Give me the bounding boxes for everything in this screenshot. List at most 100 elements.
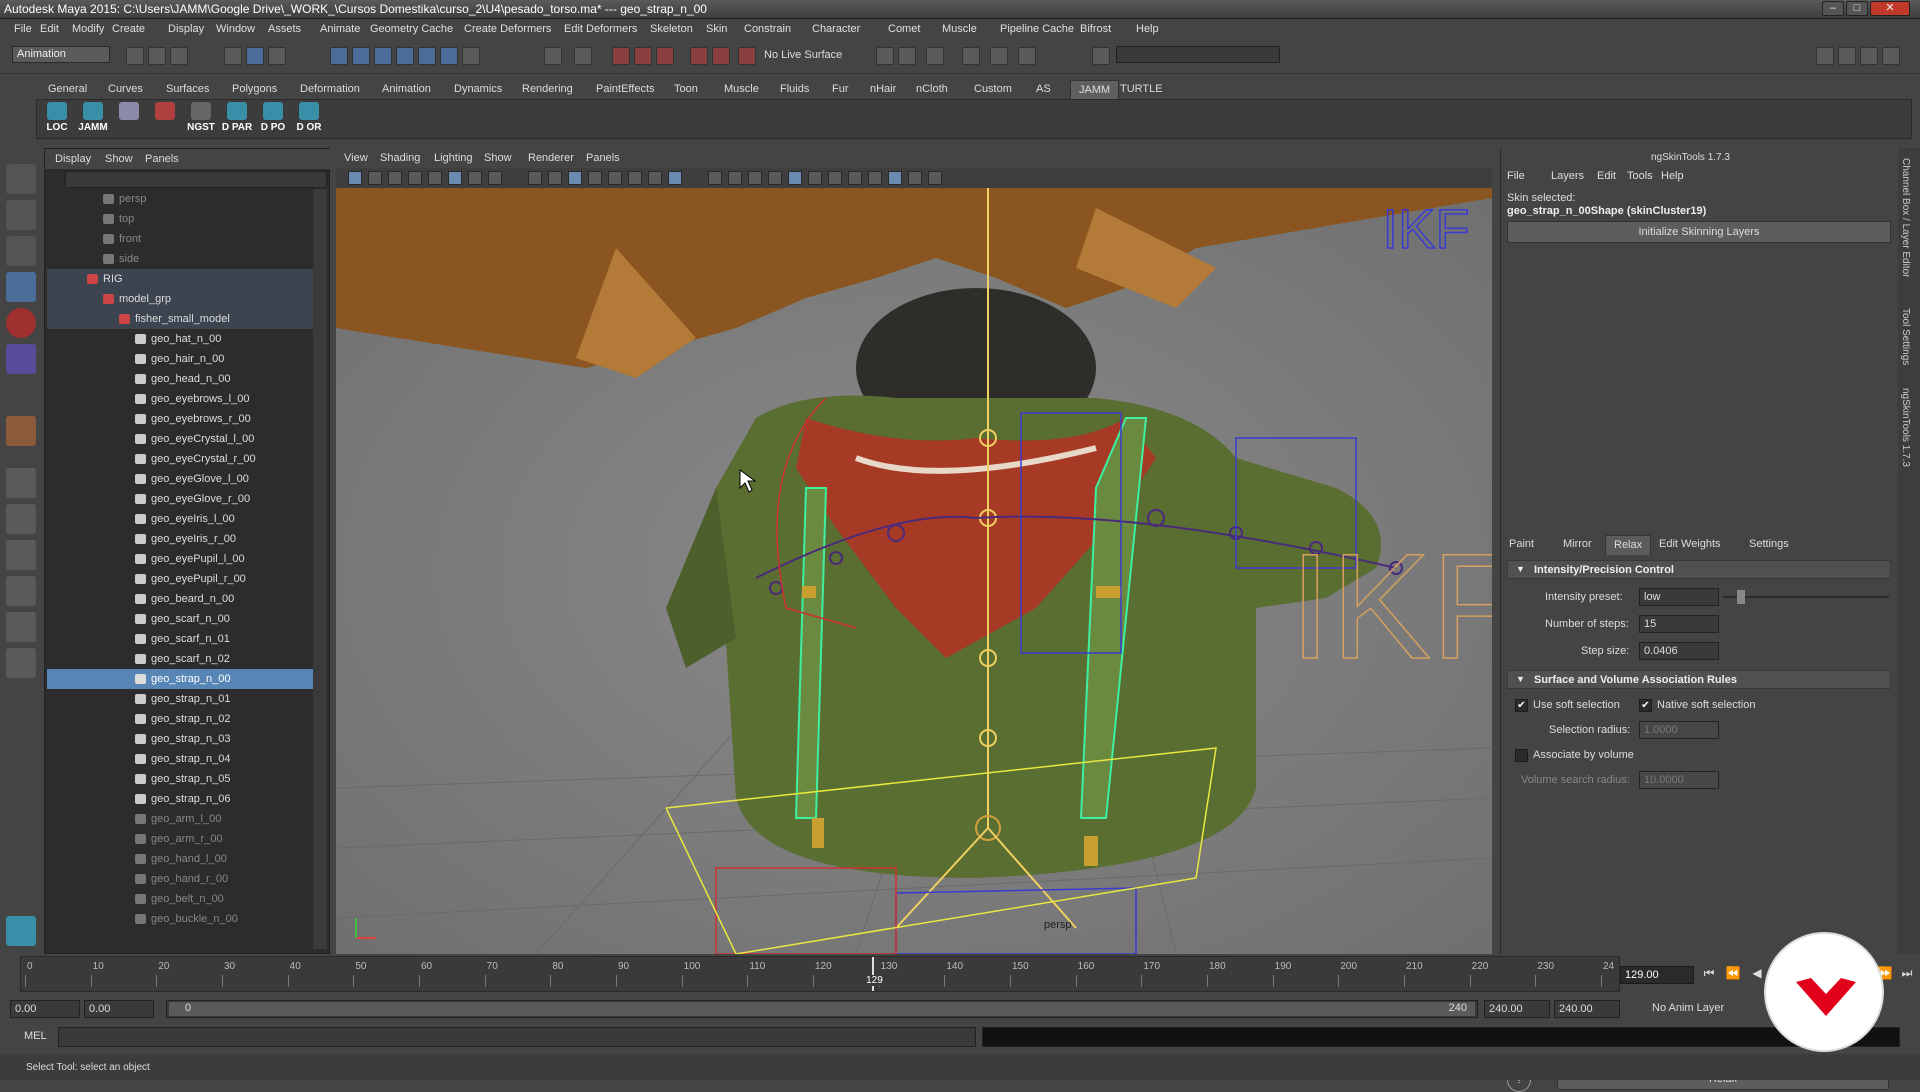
- xyz-transform-icon[interactable]: [876, 47, 894, 65]
- save-scene-icon[interactable]: [170, 47, 188, 65]
- tab-edit-weights[interactable]: Edit Weights: [1651, 535, 1729, 555]
- shelf-button-d-par[interactable]: D PAR: [221, 102, 253, 136]
- outliner-item-geo_eyecrystal_r_00[interactable]: geo_eyeCrystal_r_00: [47, 449, 313, 469]
- outliner-item-geo_eyebrows_r_00[interactable]: geo_eyebrows_r_00: [47, 409, 313, 429]
- viewport-toolbar-icon[interactable]: [888, 171, 902, 185]
- shelf-tab-deformation[interactable]: Deformation: [300, 83, 360, 95]
- side-tab-2[interactable]: ngSkinTools 1.7.3: [1900, 388, 1911, 467]
- input-icon[interactable]: [544, 47, 562, 65]
- menu-muscle[interactable]: Muscle: [942, 23, 977, 35]
- snap-point-icon[interactable]: [374, 47, 392, 65]
- relative-transform-icon[interactable]: [898, 47, 916, 65]
- outliner-item-geo_eyebrows_l_00[interactable]: geo_eyebrows_l_00: [47, 389, 313, 409]
- number-of-steps-field[interactable]: 15: [1639, 615, 1719, 633]
- layout-persp-uv-icon[interactable]: [6, 648, 36, 678]
- viewport-toolbar-icon[interactable]: [868, 171, 882, 185]
- timeline-ruler[interactable]: 0 10 20 30 40 50 60 70 80 90 100 110 120 130 140 150 160…: [20, 956, 1620, 992]
- close-button[interactable]: ✕: [1870, 1, 1910, 16]
- viewport-toolbar-icon[interactable]: [408, 171, 422, 185]
- menu-window[interactable]: Window: [216, 23, 255, 35]
- viewport-menu-shading[interactable]: Shading: [380, 152, 420, 164]
- outliner-item-geo_strap_n_06[interactable]: geo_strap_n_06: [47, 789, 313, 809]
- viewport-toolbar-icon[interactable]: [628, 171, 642, 185]
- render-settings-icon[interactable]: [656, 47, 674, 65]
- menu-geometry-cache[interactable]: Geometry Cache: [370, 23, 453, 35]
- side-tab-0[interactable]: Channel Box / Layer Editor: [1900, 158, 1911, 278]
- shelf-button-jamm[interactable]: JAMM: [77, 102, 109, 136]
- outliner-item-geo_eyeglove_l_00[interactable]: geo_eyeGlove_l_00: [47, 469, 313, 489]
- shelf-tab-ncloth[interactable]: nCloth: [916, 83, 948, 95]
- viewport-toolbar-icon[interactable]: [808, 171, 822, 185]
- outliner-scrollbar[interactable]: [313, 189, 327, 949]
- outliner-item-geo_strap_n_02[interactable]: geo_strap_n_02: [47, 709, 313, 729]
- shelf-tab-fluids[interactable]: Fluids: [780, 83, 809, 95]
- viewport-panel[interactable]: View Shading Lighting Show Renderer Panels: [336, 148, 1492, 954]
- native-soft-selection-checkbox[interactable]: ✔: [1639, 699, 1652, 712]
- step-back-key-icon[interactable]: ⏪: [1722, 966, 1744, 984]
- viewport-toolbar-icon[interactable]: [848, 171, 862, 185]
- outliner-item-geo_strap_n_04[interactable]: geo_strap_n_04: [47, 749, 313, 769]
- tool-settings-icon[interactable]: [990, 47, 1008, 65]
- viewport-toolbar-icon[interactable]: [728, 171, 742, 185]
- outliner-item-geo_hat_n_00[interactable]: geo_hat_n_00: [47, 329, 313, 349]
- select-tool-icon[interactable]: [6, 164, 36, 194]
- viewport-toolbar-icon[interactable]: [828, 171, 842, 185]
- intensity-slider[interactable]: [1723, 596, 1889, 598]
- rotate-tool-icon[interactable]: [6, 308, 36, 338]
- paint-select-tool-icon[interactable]: [6, 236, 36, 266]
- shelf-tab-curves[interactable]: Curves: [108, 83, 143, 95]
- snap-curve-icon[interactable]: [352, 47, 370, 65]
- ngskintools-menu-help[interactable]: Help: [1661, 170, 1684, 182]
- scene-end-field[interactable]: 240.00: [1554, 1000, 1620, 1018]
- viewport-toolbar-icon[interactable]: [648, 171, 662, 185]
- menu-edit[interactable]: Edit: [40, 23, 59, 35]
- menu-modify[interactable]: Modify: [72, 23, 104, 35]
- shelf-tab-turtle[interactable]: TURTLE: [1120, 83, 1163, 95]
- outliner-item-geo_strap_n_00[interactable]: geo_strap_n_00: [47, 669, 313, 689]
- shelf-button-2[interactable]: [113, 102, 145, 136]
- menu-set-dropdown[interactable]: Animation: [12, 46, 110, 63]
- viewport-toolbar-icon[interactable]: [488, 171, 502, 185]
- outliner-menu-panels[interactable]: Panels: [145, 153, 179, 165]
- ipr-render-icon[interactable]: [634, 47, 652, 65]
- viewport-menu-show[interactable]: Show: [484, 152, 512, 164]
- intensity-section-header[interactable]: Intensity/Precision Control: [1507, 560, 1891, 579]
- tab-mirror[interactable]: Mirror: [1555, 535, 1600, 555]
- quick-command-field[interactable]: [1116, 46, 1280, 63]
- selection-radius-field[interactable]: 1.0000: [1639, 721, 1719, 739]
- shelf-button-d-or[interactable]: D OR: [293, 102, 325, 136]
- mel-label[interactable]: MEL: [24, 1030, 47, 1042]
- select-object-icon[interactable]: [246, 47, 264, 65]
- ngskintools-menu-layers[interactable]: Layers: [1551, 170, 1584, 182]
- shelf-tab-painteffects[interactable]: PaintEffects: [596, 83, 655, 95]
- outliner-filter-field[interactable]: [65, 171, 327, 188]
- layout-persp-outliner-icon[interactable]: [6, 540, 36, 570]
- outliner-item-rig[interactable]: RIG: [47, 269, 313, 289]
- move-tool-icon[interactable]: [6, 272, 36, 302]
- playback-start-field[interactable]: 0.00: [84, 1000, 154, 1018]
- initialize-skinning-layers-button[interactable]: Initialize Skinning Layers: [1507, 221, 1891, 243]
- outliner-item-persp[interactable]: persp: [47, 189, 313, 209]
- shelf-button-loc[interactable]: LOC: [41, 102, 73, 136]
- help-icon[interactable]: [462, 47, 480, 65]
- snap-plane-icon[interactable]: [396, 47, 414, 65]
- shelf-tab-general[interactable]: General: [48, 83, 87, 95]
- outliner-item-geo_hand_r_00[interactable]: geo_hand_r_00: [47, 869, 313, 889]
- tab-settings[interactable]: Settings: [1741, 535, 1797, 555]
- lasso-tool-icon[interactable]: [6, 200, 36, 230]
- show-hide-sidebar-icon[interactable]: [926, 47, 944, 65]
- viewport-toolbar-icon[interactable]: [348, 171, 362, 185]
- shelf-tab-animation[interactable]: Animation: [382, 83, 431, 95]
- layout-single-icon[interactable]: [1816, 47, 1834, 65]
- shelf-tab-muscle[interactable]: Muscle: [724, 83, 759, 95]
- outliner-item-geo_hand_l_00[interactable]: geo_hand_l_00: [47, 849, 313, 869]
- live-surface-icon[interactable]: [738, 47, 756, 65]
- outliner-item-geo_strap_n_05[interactable]: geo_strap_n_05: [47, 769, 313, 789]
- layout-double-icon[interactable]: [1838, 47, 1856, 65]
- attribute-editor-icon[interactable]: [962, 47, 980, 65]
- go-to-start-icon[interactable]: ⏮: [1698, 966, 1720, 984]
- anim-layer-label[interactable]: No Anim Layer: [1652, 1002, 1724, 1014]
- viewport-toolbar-icon[interactable]: [708, 171, 722, 185]
- menu-comet[interactable]: Comet: [888, 23, 920, 35]
- menu-create-deformers[interactable]: Create Deformers: [464, 23, 551, 35]
